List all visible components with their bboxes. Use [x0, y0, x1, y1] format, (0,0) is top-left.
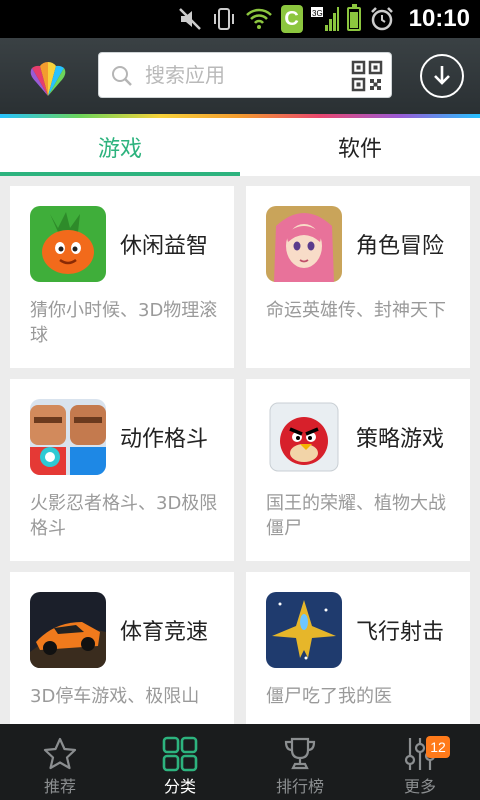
- battery-icon: [346, 4, 361, 31]
- category-title: 飞行射击: [356, 620, 445, 645]
- grid-icon: [162, 736, 198, 772]
- mute-icon: [177, 6, 203, 32]
- category-title: 策略游戏: [356, 427, 445, 452]
- signal-icon: 3G: [310, 6, 339, 32]
- category-title: 动作格斗: [120, 427, 209, 452]
- notification-badge: 12: [426, 736, 450, 758]
- nav-categories[interactable]: 分类: [120, 724, 240, 800]
- category-description: 国王的荣耀、植物大战僵尸: [266, 493, 446, 539]
- search-icon: [112, 66, 132, 86]
- trophy-icon: [284, 737, 316, 770]
- category-card-casual[interactable]: 休闲益智 猜你小时候、3D物理滚球: [10, 186, 234, 368]
- fighters-icon: [30, 399, 106, 475]
- nav-label: 推荐: [43, 777, 76, 796]
- app-notification-icon: C: [280, 5, 303, 33]
- vibrate-icon: [211, 6, 237, 32]
- nav-more[interactable]: 更多: [360, 724, 480, 800]
- category-card-shooting[interactable]: 飞行射击 僵尸吃了我的医: [246, 572, 470, 724]
- fighter-jet-icon: [266, 592, 342, 668]
- status-bar: C 3G 10:10: [0, 0, 480, 38]
- category-title: 休闲益智: [120, 234, 209, 259]
- category-title: 角色冒险: [356, 234, 445, 259]
- app-logo-icon[interactable]: [26, 56, 70, 100]
- category-title: 体育竞速: [120, 620, 209, 645]
- carrot-game-icon: [30, 206, 106, 282]
- anime-girl-icon: [266, 206, 342, 282]
- nav-recommend[interactable]: 推荐: [0, 724, 120, 800]
- download-button[interactable]: [420, 54, 464, 98]
- alarm-icon: [369, 6, 395, 32]
- wifi-icon: [245, 6, 273, 32]
- category-card-action[interactable]: 动作格斗 火影忍者格斗、3D极限格斗: [10, 379, 234, 561]
- tab-games[interactable]: 游戏: [0, 118, 240, 176]
- status-clock: 10:10: [408, 5, 470, 32]
- category-description: 僵尸吃了我的医: [266, 686, 392, 707]
- category-card-strategy[interactable]: 策略游戏 国王的荣耀、植物大战僵尸: [246, 379, 470, 561]
- category-description: 3D停车游戏、极限山: [30, 686, 200, 707]
- race-car-icon: [30, 592, 106, 668]
- tab-software[interactable]: 软件: [240, 118, 480, 176]
- category-grid: 休闲益智 猜你小时候、3D物理滚球 角色冒险 命运英雄传、封神天下 动作格斗 火…: [0, 176, 480, 724]
- app-header: [0, 38, 480, 114]
- svg-text:3G: 3G: [312, 9, 323, 18]
- category-card-sports-racing[interactable]: 体育竞速 3D停车游戏、极限山: [10, 572, 234, 724]
- category-description: 火影忍者格斗、3D极限格斗: [30, 493, 218, 539]
- category-card-rpg[interactable]: 角色冒险 命运英雄传、封神天下: [246, 186, 470, 368]
- search-input[interactable]: [145, 53, 345, 97]
- nav-label: 分类: [163, 777, 196, 796]
- category-description: 命运英雄传、封神天下: [266, 300, 446, 321]
- bottom-navigation: 推荐 分类 排行榜 更多: [0, 724, 480, 800]
- category-tabs: 游戏 软件: [0, 118, 480, 176]
- angry-bird-icon: [266, 399, 342, 475]
- nav-label: 更多: [403, 777, 436, 796]
- star-icon: [43, 737, 77, 770]
- qr-code-icon[interactable]: [351, 60, 383, 92]
- nav-ranking[interactable]: 排行榜: [240, 724, 360, 800]
- download-icon: [434, 66, 450, 85]
- search-box[interactable]: [98, 52, 392, 98]
- nav-label: 排行榜: [275, 777, 324, 796]
- category-description: 猜你小时候、3D物理滚球: [30, 300, 218, 346]
